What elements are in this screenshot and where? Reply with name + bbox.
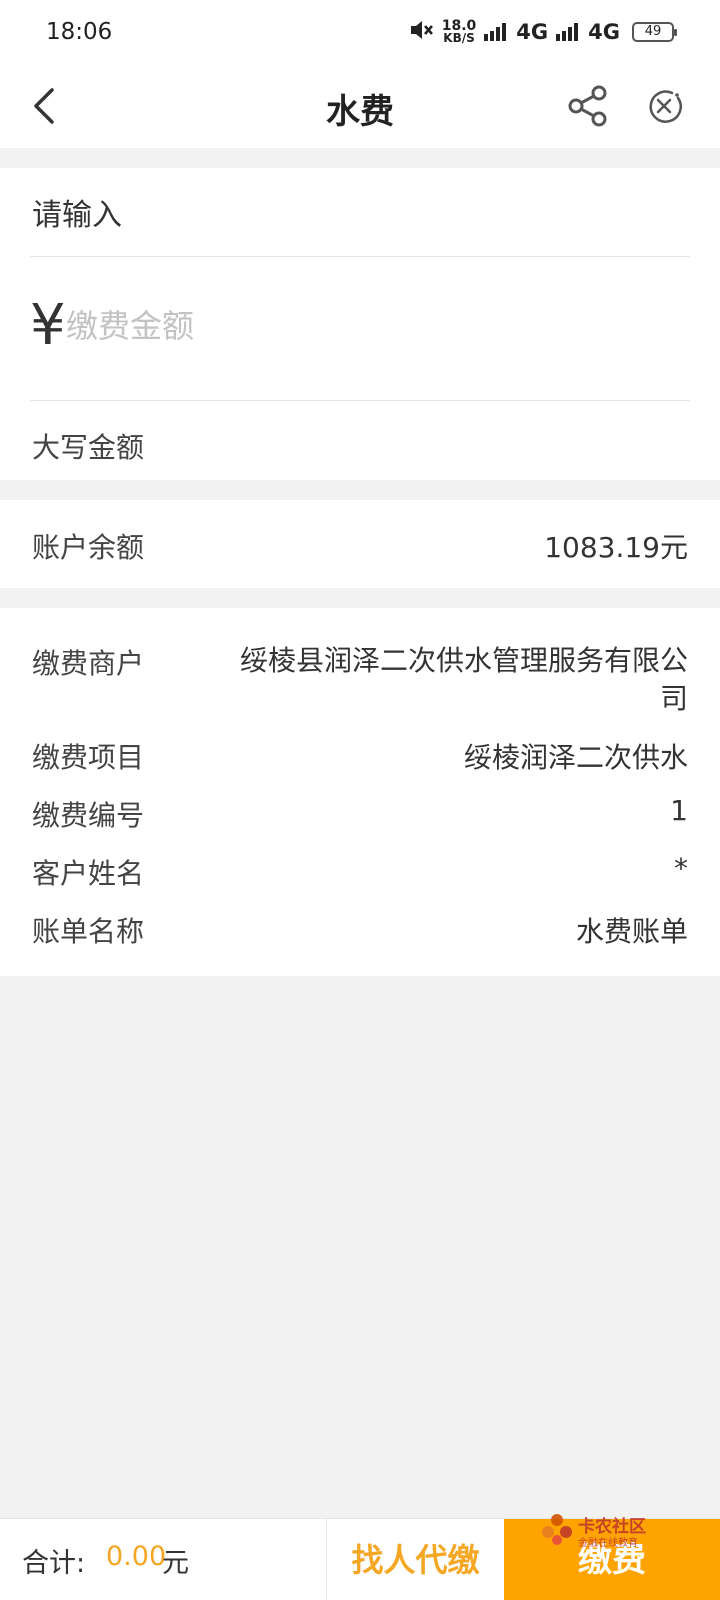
divider xyxy=(30,256,690,257)
divider xyxy=(30,400,690,401)
upper-amount-label: 大写金额 xyxy=(32,431,145,464)
balance-card: 账户余额 1083.19元 xyxy=(0,500,720,588)
network-speed: 18.0 KB/S xyxy=(442,19,477,45)
speed-unit: KB/S xyxy=(443,31,475,45)
total-value: 0.00 xyxy=(106,1541,167,1572)
close-button[interactable] xyxy=(644,86,684,126)
bill-name-label: 账单名称 xyxy=(32,915,145,948)
bill-details-card: 缴费商户 绥棱县润泽二次供水管理服务有限公司 缴费项目 绥棱润泽二次供水 缴费编… xyxy=(0,608,720,976)
balance-label: 账户余额 xyxy=(32,531,145,564)
mute-icon xyxy=(408,18,434,46)
merchant-label: 缴费商户 xyxy=(32,647,145,680)
item-value: 绥棱润泽二次供水 xyxy=(463,741,688,774)
bill-name-value: 水费账单 xyxy=(575,915,688,948)
signal-icon-2 xyxy=(556,23,579,41)
status-time: 18:06 xyxy=(46,19,113,45)
merchant-value: 绥棱县润泽二次供水管理服务有限公司 xyxy=(239,644,688,715)
page-title: 水费 xyxy=(326,92,394,132)
watermark-logo-icon xyxy=(542,1514,572,1545)
signal-icon xyxy=(484,23,507,41)
currency-symbol: ¥ xyxy=(30,293,66,358)
battery-level: 49 xyxy=(644,24,662,39)
nav-bar: 水费 xyxy=(0,64,720,148)
network-type-2: 4G xyxy=(588,20,620,44)
close-circle-icon xyxy=(649,90,682,123)
customer-name-label: 客户姓名 xyxy=(32,857,145,890)
status-indicators: 18.0 KB/S 4G 4G 49 xyxy=(408,18,677,46)
customer-name-value: * xyxy=(674,852,688,885)
payment-number-label: 缴费编号 xyxy=(32,799,145,832)
amount-input[interactable] xyxy=(66,304,626,348)
balance-value: 1083.19元 xyxy=(544,531,688,564)
input-prompt-label: 请输入 xyxy=(32,198,122,233)
total-label: 合计: xyxy=(22,1548,86,1579)
proxy-pay-button[interactable]: 找人代缴 xyxy=(326,1519,504,1600)
amount-card: 请输入 ¥ 大写金额 xyxy=(0,168,720,480)
item-label: 缴费项目 xyxy=(32,741,145,774)
network-type-1: 4G xyxy=(516,20,549,44)
watermark-tagline: 金融在线教育 xyxy=(578,1538,638,1549)
payment-number-value: 1 xyxy=(670,794,688,827)
share-icon xyxy=(568,85,607,127)
total-unit: 元 xyxy=(162,1548,189,1579)
battery-icon: 49 xyxy=(632,22,677,42)
status-bar: 18:06 18.0 KB/S 4G 4G 49 xyxy=(0,0,720,64)
share-button[interactable] xyxy=(566,84,610,128)
watermark: 卡农社区 金融在线教育 xyxy=(540,1512,670,1552)
